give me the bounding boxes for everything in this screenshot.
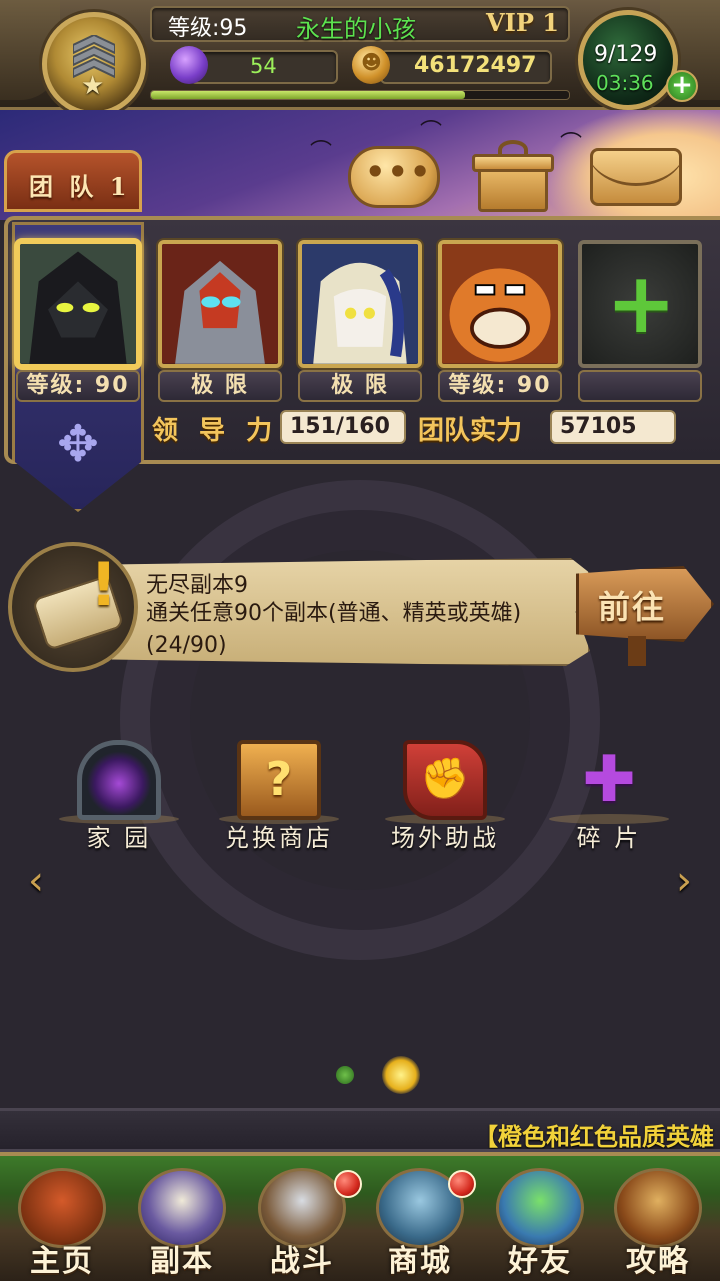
- crossed-swords-emblem-icon: ✥: [57, 415, 99, 473]
- nav-friends[interactable]: 好友: [482, 1160, 598, 1281]
- hero-2-status: 极 限: [158, 370, 282, 402]
- mail-button[interactable]: [590, 148, 682, 206]
- feature-home[interactable]: 家 园: [44, 740, 194, 860]
- fist-banner-icon: ✊: [403, 740, 487, 820]
- team-power-value: 57105: [550, 410, 676, 444]
- notification-badge: [334, 1170, 362, 1198]
- chat-bubble-icon: •••: [365, 153, 433, 191]
- exclamation-icon: !: [90, 550, 118, 620]
- feature-label: 场外助战: [391, 824, 499, 852]
- stamina-timer: 03:36: [596, 71, 654, 95]
- quest-description: 通关任意90个副本(普通、精英或英雄)(24/90): [146, 601, 522, 658]
- hero-4-level: 等级: 90: [438, 370, 562, 402]
- gem-value: 54: [250, 54, 277, 78]
- player-level: 等级:95: [168, 16, 248, 41]
- nav-label: 主页: [30, 1244, 94, 1279]
- bat-icon: ⌒: [420, 120, 443, 145]
- chat-button[interactable]: •••: [348, 146, 440, 208]
- feature-support[interactable]: ✊ 场外助战: [370, 740, 520, 860]
- add-stamina-button[interactable]: +: [666, 70, 698, 102]
- background-seal: [120, 480, 600, 960]
- notification-badge: [448, 1170, 476, 1198]
- team-tab[interactable]: 团 队 1: [4, 150, 142, 212]
- feature-label: 兑换商店: [225, 824, 333, 852]
- quest-icon: !: [8, 542, 138, 672]
- bat-icon: ⌒: [560, 132, 583, 157]
- team-power-label: 团队实力: [418, 416, 523, 446]
- team-tab-label: 团 队 1: [29, 172, 131, 201]
- page-dot-1[interactable]: [336, 1066, 354, 1084]
- leadership-value: 151/160: [280, 410, 406, 444]
- quest-title: 无尽副本9: [146, 573, 248, 598]
- empty-slot-label: [578, 370, 702, 402]
- nav-home[interactable]: 主页: [4, 1160, 120, 1281]
- previous-page-arrow-icon[interactable]: ‹: [28, 858, 44, 904]
- feature-fragments[interactable]: ✚ 碎 片: [534, 740, 684, 860]
- nav-dungeon[interactable]: 副本: [124, 1160, 240, 1281]
- rank-avatar-button[interactable]: ★: [42, 12, 146, 116]
- feature-exchange-shop[interactable]: ? 兑换商店: [204, 740, 354, 860]
- gift-lid-icon: [472, 154, 554, 172]
- armored-warrior-portrait: [162, 244, 278, 364]
- feature-label: 碎 片: [576, 824, 642, 852]
- gem-icon: [170, 46, 208, 84]
- portal-icon: [77, 740, 161, 820]
- hero-1-level: 等级: 90: [16, 370, 140, 402]
- mystery-chest-icon: ?: [237, 740, 321, 820]
- vip-badge[interactable]: VIP 1: [486, 8, 559, 37]
- go-label: 前往: [598, 588, 667, 626]
- nav-guide[interactable]: 攻略: [600, 1160, 716, 1281]
- hero-slot-3[interactable]: [298, 240, 422, 368]
- hero-slot-4[interactable]: [438, 240, 562, 368]
- puzzle-piece-icon: ✚: [582, 743, 636, 817]
- gold-value: 46172497: [414, 53, 537, 78]
- plus-icon: +: [606, 254, 677, 352]
- nav-label: 战斗: [270, 1244, 334, 1279]
- stamina-value: 9/129: [594, 42, 658, 67]
- announcement-marquee: 【橙色和红色品质英雄: [0, 1108, 720, 1152]
- bat-icon: ⌒: [310, 140, 333, 165]
- hero-3-status: 极 限: [298, 370, 422, 402]
- experience-bar: [150, 90, 570, 100]
- nav-label: 商城: [388, 1244, 452, 1279]
- announcement-text: 【橙色和红色品质英雄: [474, 1123, 714, 1151]
- hooded-mage-portrait: [302, 244, 418, 364]
- nav-label: 攻略: [626, 1244, 690, 1279]
- feature-label: 家 园: [86, 824, 152, 852]
- nav-label: 副本: [150, 1244, 214, 1279]
- hero-slot-2[interactable]: [158, 240, 282, 368]
- signpost-pole: [628, 636, 646, 666]
- next-page-arrow-icon[interactable]: ›: [676, 858, 692, 904]
- orc-brute-portrait: [442, 244, 558, 364]
- nav-battle[interactable]: 战斗: [244, 1160, 362, 1281]
- player-name: 永生的小孩: [296, 15, 416, 43]
- nav-label: 好友: [508, 1244, 572, 1279]
- page-dot-2-active[interactable]: [382, 1056, 420, 1094]
- hero-slot-1[interactable]: [16, 240, 140, 368]
- gift-button[interactable]: [470, 140, 556, 212]
- nav-shop[interactable]: 商城: [362, 1160, 478, 1281]
- go-button[interactable]: 前往: [576, 556, 714, 666]
- leadership-label: 领 导 力: [152, 416, 279, 446]
- rank-star-icon: ★: [81, 71, 105, 101]
- experience-fill: [151, 91, 465, 99]
- add-hero-slot[interactable]: +: [578, 240, 702, 368]
- gold-coin-icon: [352, 46, 390, 84]
- dark-knight-portrait: [20, 244, 136, 364]
